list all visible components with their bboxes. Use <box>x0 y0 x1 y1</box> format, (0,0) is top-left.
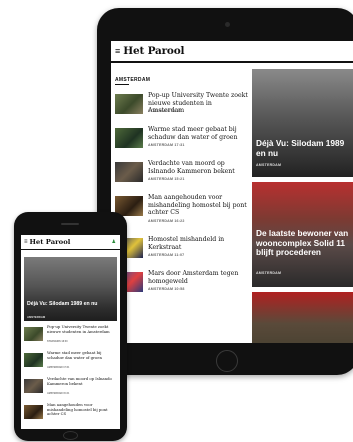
article-title[interactable]: Mars door Amsterdam tegen homogeweld <box>148 270 249 285</box>
article-meta: AMSTERDAM 15:21 <box>47 392 70 395</box>
tablet-header: ≡ Het Parool <box>111 41 353 63</box>
list-item[interactable]: Verdachte van moord op Islnando Kammeron… <box>115 160 249 194</box>
section-title: AMSTERDAM <box>115 77 151 83</box>
list-item[interactable]: Pop-up University Twente zoekt nieuwe st… <box>24 324 117 351</box>
featured-card-meta: AMSTERDAM <box>256 163 282 167</box>
hero-meta: AMSTERDAM <box>27 315 46 319</box>
article-title[interactable]: Warme stad meer gebaat bij schaduw dan w… <box>148 126 249 141</box>
menu-icon[interactable]: ≡ <box>24 239 28 245</box>
article-title[interactable]: Man aangehouden voor mishandeling homost… <box>148 194 249 217</box>
phone-home-button[interactable] <box>63 431 78 440</box>
list-item[interactable]: Man aangehouden voor mishandeling homost… <box>24 402 117 429</box>
article-thumbnail[interactable] <box>24 327 43 341</box>
article-title[interactable]: Homostel mishandeld in Kerkstraat <box>148 236 249 251</box>
article-thumbnail[interactable] <box>24 353 43 367</box>
phone-device: ≡ Het Parool ♟ Déjà Vu: Silodam 1989 en … <box>14 212 127 441</box>
featured-card[interactable] <box>252 292 353 343</box>
featured-card[interactable]: Déjà Vu: Silodam 1989 en nu AMSTERDAM <box>252 69 353 177</box>
tablet-camera <box>225 22 230 27</box>
hero-card[interactable]: Déjà Vu: Silodam 1989 en nu AMSTERDAM <box>24 257 117 321</box>
user-icon[interactable]: ♟ <box>112 239 116 245</box>
article-title[interactable]: Man aangehouden voor mishandeling homost… <box>47 402 117 417</box>
featured-card[interactable]: De laatste bewoner van wooncomplex Solid… <box>252 182 353 287</box>
featured-card-image[interactable] <box>252 69 353 177</box>
featured-card-title[interactable]: Déjà Vu: Silodam 1989 en nu <box>256 138 353 158</box>
article-meta: AMSTERDAM 16:22 <box>148 219 185 223</box>
list-item[interactable]: Pop-up University Twente zoekt nieuwe st… <box>115 92 249 126</box>
article-title[interactable]: Verdachte van moord op Islnando Kammeron… <box>148 160 249 175</box>
article-meta: AMSTERDAM 17:31 <box>47 366 70 369</box>
article-meta: AMSTERDAM 17:31 <box>148 143 185 147</box>
article-meta: AMSTERDAM 15:21 <box>148 177 185 181</box>
hero-title[interactable]: Déjà Vu: Silodam 1989 en nu <box>27 301 115 307</box>
tablet-device: ≡ Het Parool AMSTERDAM Pop-up University… <box>97 8 353 375</box>
article-title[interactable]: Pop-up University Twente zoekt nieuwe st… <box>47 324 117 334</box>
article-thumbnail[interactable] <box>115 128 143 148</box>
list-item[interactable]: Homostel mishandeld in Kerkstraat AMSTER… <box>115 236 249 270</box>
featured-card-image[interactable] <box>252 292 353 343</box>
site-logo[interactable]: Het Parool <box>123 45 184 57</box>
article-thumbnail[interactable] <box>24 379 43 393</box>
list-item[interactable]: Warme stad meer gebaat bij schaduw dan w… <box>24 350 117 377</box>
article-meta: AMSTERDAM 10:58 <box>148 287 185 291</box>
article-thumbnail[interactable] <box>115 94 143 114</box>
phone-speaker <box>61 223 79 225</box>
article-meta: AMSTERDAM 11:07 <box>148 253 185 257</box>
list-item[interactable]: Mars door Amsterdam tegen homogeweld AMS… <box>115 270 249 304</box>
featured-card-title[interactable]: De laatste bewoner van wooncomplex Solid… <box>256 228 353 258</box>
article-meta: STADSGIDS 18:30 <box>148 109 182 113</box>
article-title[interactable]: Verdachte van moord op Islnando Kammeron… <box>47 376 117 386</box>
phone-screen: ≡ Het Parool ♟ Déjà Vu: Silodam 1989 en … <box>21 235 120 429</box>
tablet-screen: ≡ Het Parool AMSTERDAM Pop-up University… <box>111 41 353 343</box>
article-thumbnail[interactable] <box>115 162 143 182</box>
section-divider <box>115 84 129 85</box>
site-logo[interactable]: Het Parool <box>30 238 71 246</box>
article-meta: STADSGIDS 18:30 <box>47 340 68 343</box>
list-item[interactable]: Warme stad meer gebaat bij schaduw dan w… <box>115 126 249 160</box>
tablet-home-button[interactable] <box>216 350 238 372</box>
phone-header: ≡ Het Parool ♟ <box>21 235 120 250</box>
article-thumbnail[interactable] <box>24 405 43 419</box>
list-item[interactable]: Verdachte van moord op Islnando Kammeron… <box>24 376 117 403</box>
featured-card-meta: AMSTERDAM <box>256 271 282 275</box>
menu-icon[interactable]: ≡ <box>115 46 120 56</box>
list-item[interactable]: Man aangehouden voor mishandeling homost… <box>115 194 249 228</box>
article-title[interactable]: Warme stad meer gebaat bij schaduw dan w… <box>47 350 117 360</box>
